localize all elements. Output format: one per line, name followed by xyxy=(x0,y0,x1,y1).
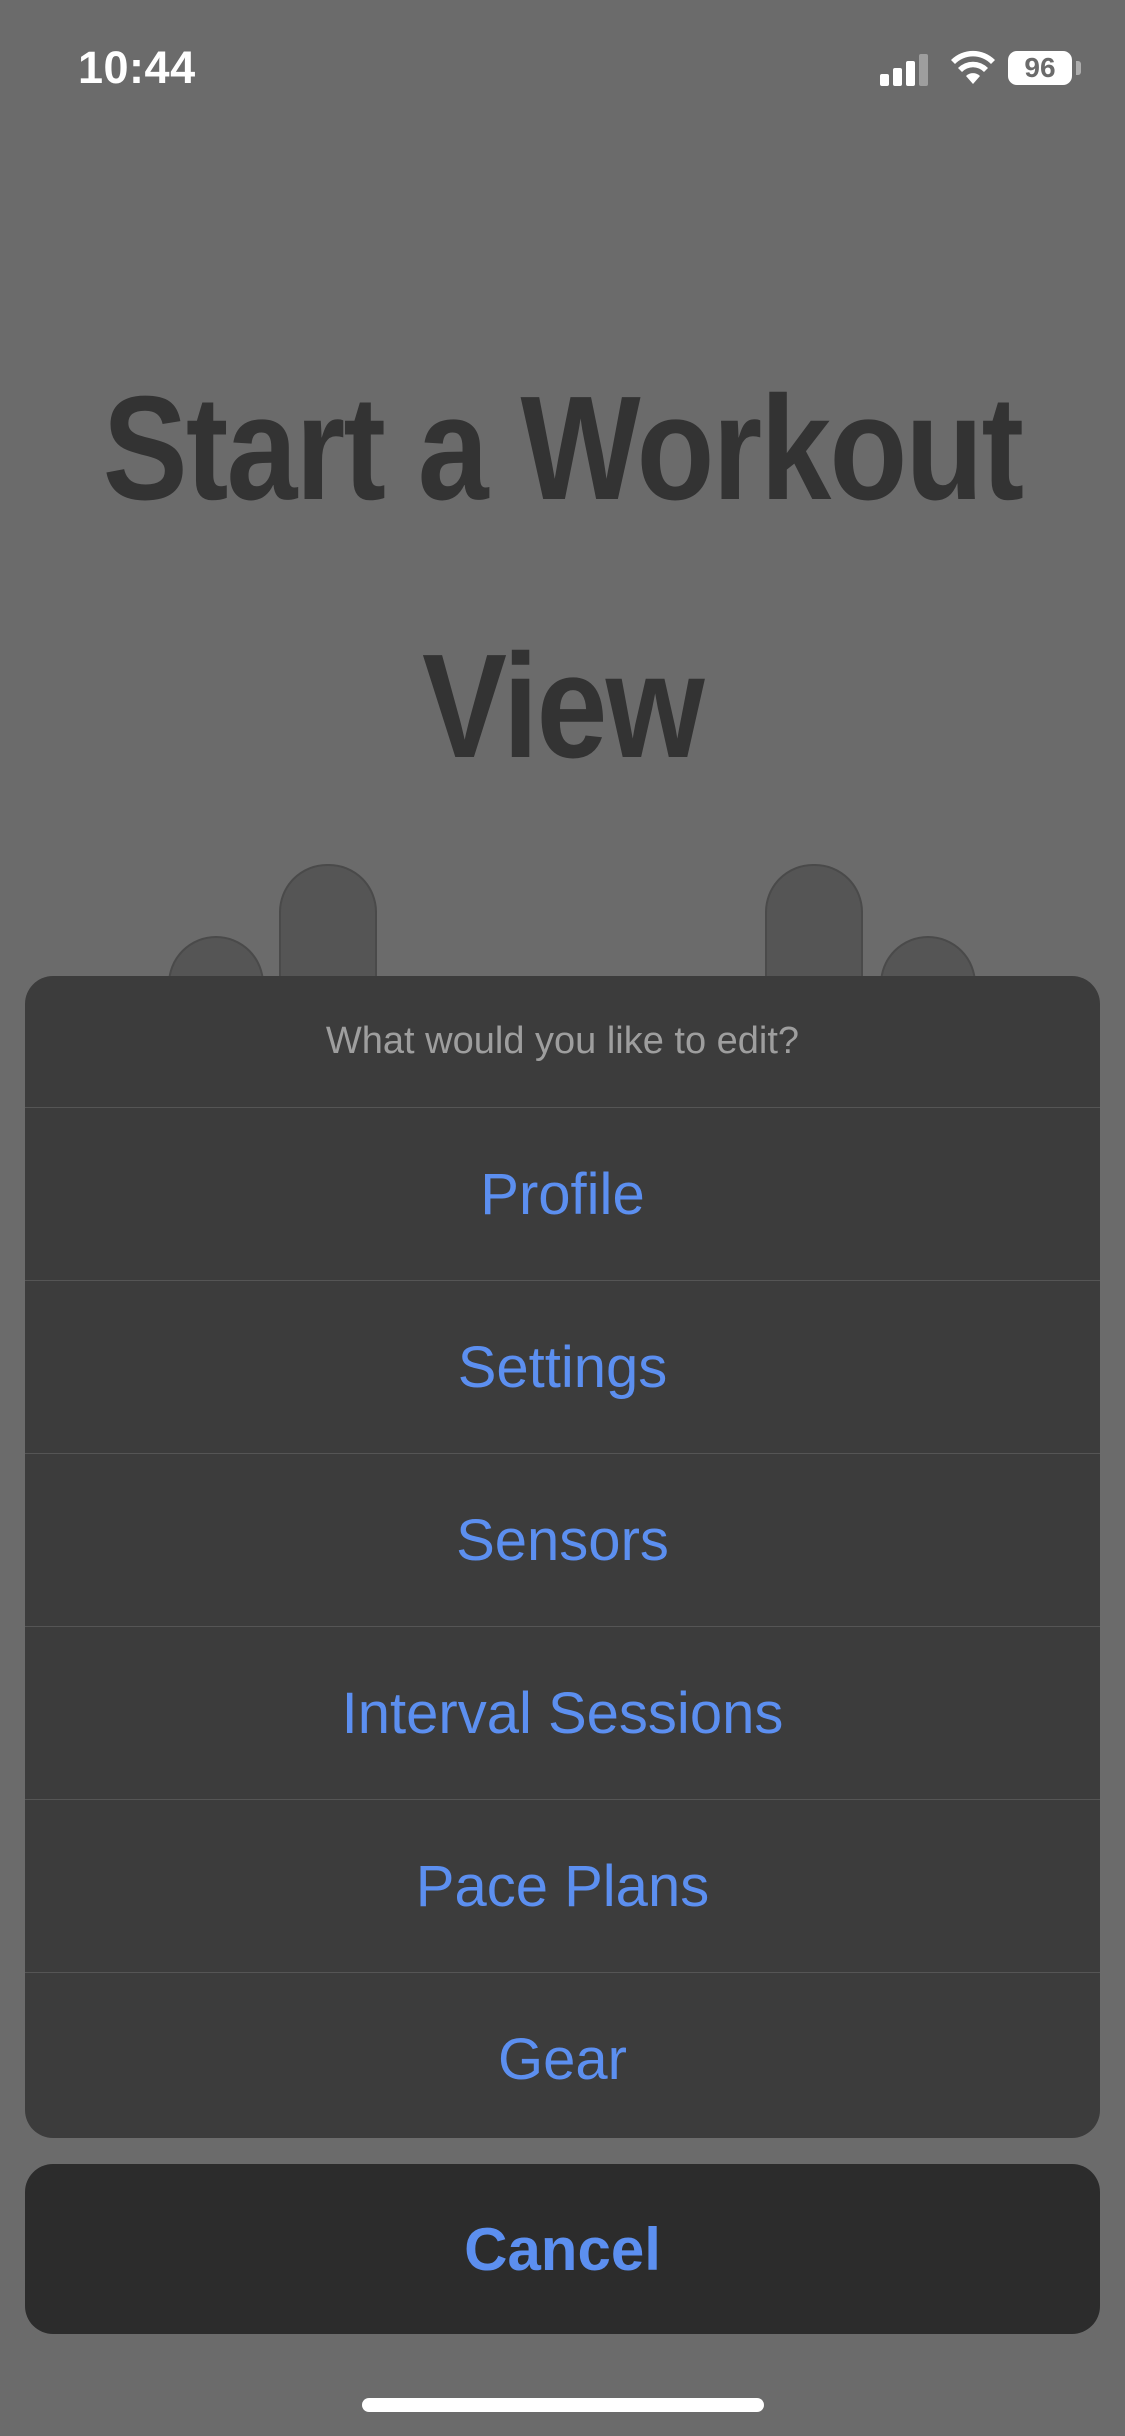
home-indicator[interactable] xyxy=(362,2398,764,2412)
option-pace-plans[interactable]: Pace Plans xyxy=(25,1800,1100,1973)
status-time: 10:44 xyxy=(78,42,196,93)
page-title-line-2: View xyxy=(422,624,705,789)
battery-tip xyxy=(1076,61,1081,75)
wifi-icon xyxy=(951,50,995,84)
option-interval-sessions[interactable]: Interval Sessions xyxy=(25,1627,1100,1800)
action-sheet-header: What would you like to edit? xyxy=(25,976,1100,1108)
action-sheet: What would you like to edit? Profile Set… xyxy=(25,976,1100,2138)
cellular-signal-icon xyxy=(880,52,932,86)
screen: 10:44 96 Start a Workout View What would… xyxy=(0,0,1125,2436)
cancel-button[interactable]: Cancel xyxy=(25,2164,1100,2334)
option-gear[interactable]: Gear xyxy=(25,1973,1100,2138)
battery-icon: 96 xyxy=(1008,51,1072,85)
option-sensors[interactable]: Sensors xyxy=(25,1454,1100,1627)
page-title: Start a Workout View xyxy=(79,320,1047,836)
page-title-line-1: Start a Workout xyxy=(102,366,1024,531)
option-settings[interactable]: Settings xyxy=(25,1281,1100,1454)
option-profile[interactable]: Profile xyxy=(25,1108,1100,1281)
status-bar: 10:44 96 xyxy=(0,0,1125,140)
